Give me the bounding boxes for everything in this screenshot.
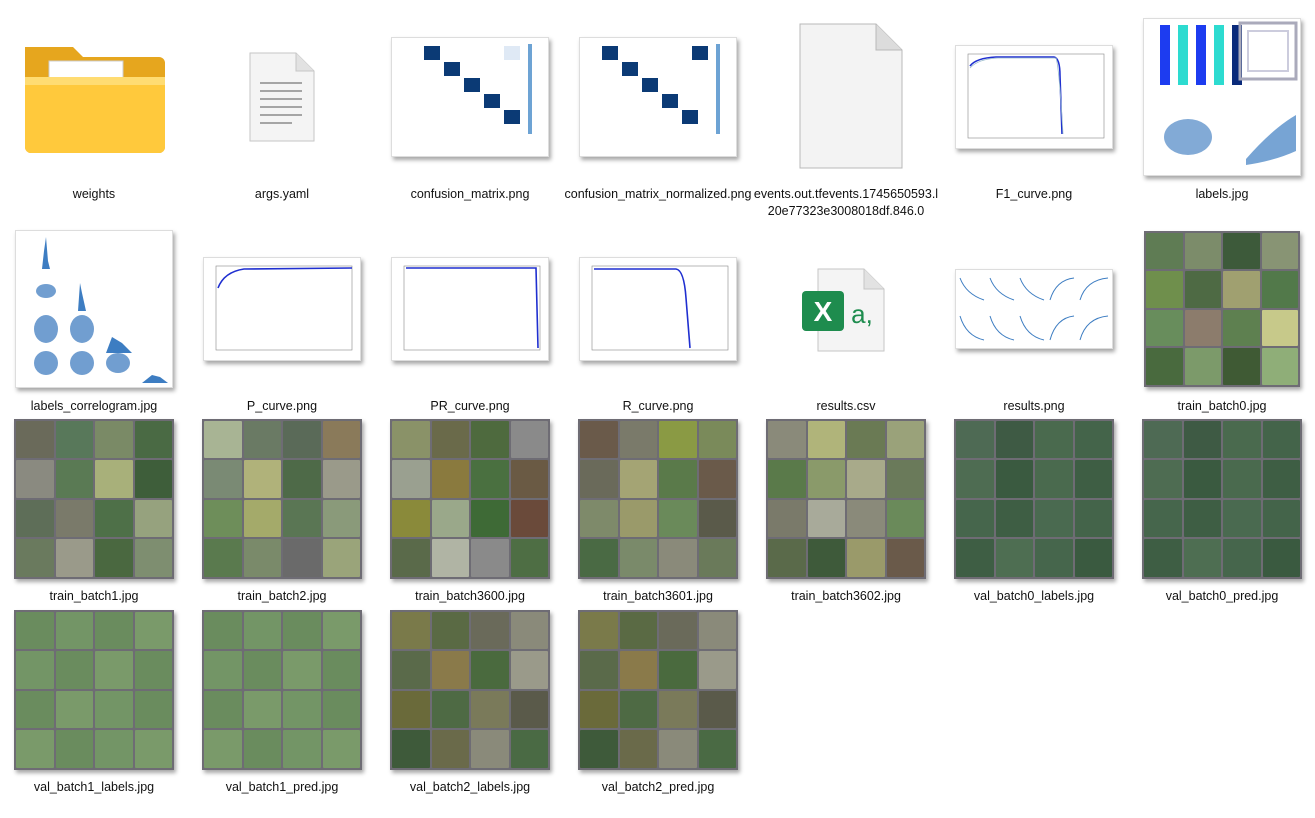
leaf-grid-thumbnail [1142,418,1302,579]
file-name: val_batch1_pred.jpg [225,780,339,794]
excel-icon: X a, [752,226,940,391]
leaf-grid-thumbnail [578,609,738,770]
file-name: val_batch2_labels.jpg [409,780,531,794]
file-name: events.out.tfevents.1745650593.l20e77323… [753,187,939,218]
file-name: val_batch1_labels.jpg [33,780,155,794]
file-name: F1_curve.png [995,187,1073,201]
labels-thumbnail [1128,14,1315,179]
file-name: val_batch0_pred.jpg [1165,589,1279,603]
confusion-matrix-normalized-thumbnail [564,14,752,179]
results-thumbnail [940,226,1128,391]
file-name: val_batch0_labels.jpg [973,589,1095,603]
file-name: results.png [1003,399,1065,413]
file-name: train_batch2.jpg [237,589,327,603]
pr-curve-thumbnail [376,226,564,391]
file-name: train_batch1.jpg [49,589,139,603]
file-name: train_batch3602.jpg [791,589,901,603]
file-name: train_batch3600.jpg [415,589,525,603]
file-name: args.yaml [254,187,310,201]
file-name: val_batch2_pred.jpg [601,780,715,794]
leaf-grid-thumbnail [390,609,550,770]
file-name: R_curve.png [622,399,694,413]
document-icon [188,14,376,179]
leaf-grid-thumbnail [14,418,174,579]
file-name: labels.jpg [1195,187,1249,201]
file-name: confusion_matrix.png [410,187,530,201]
leaf-grid-thumbnail [202,609,362,770]
file-name: labels_correlogram.jpg [30,399,158,413]
leaf-grid-thumbnail [202,418,362,579]
blank-file-icon [752,14,940,179]
leaf-grid-thumbnail [578,418,738,579]
confusion-matrix-thumbnail [376,14,564,179]
leaf-grid-thumbnail [954,418,1114,579]
leaf-grid-thumbnail [390,418,550,579]
file-name: train_batch3601.jpg [603,589,713,603]
file-name: train_batch0.jpg [1177,399,1267,413]
file-name: PR_curve.png [430,399,510,413]
file-name: weights [72,187,116,201]
f1-curve-thumbnail [940,14,1128,179]
r-curve-thumbnail [564,226,752,391]
file-name: results.csv [816,399,876,413]
leaf-grid-thumbnail [14,609,174,770]
svg-text:a,: a, [851,299,873,329]
folder-icon [0,14,188,179]
leaf-grid-thumbnail [766,418,926,579]
leaf-grid-thumbnail [1144,230,1300,387]
file-name: P_curve.png [246,399,318,413]
p-curve-thumbnail [188,226,376,391]
svg-text:X: X [814,296,833,327]
correlogram-thumbnail [0,226,188,391]
file-name: confusion_matrix_normalized.png [564,187,752,201]
